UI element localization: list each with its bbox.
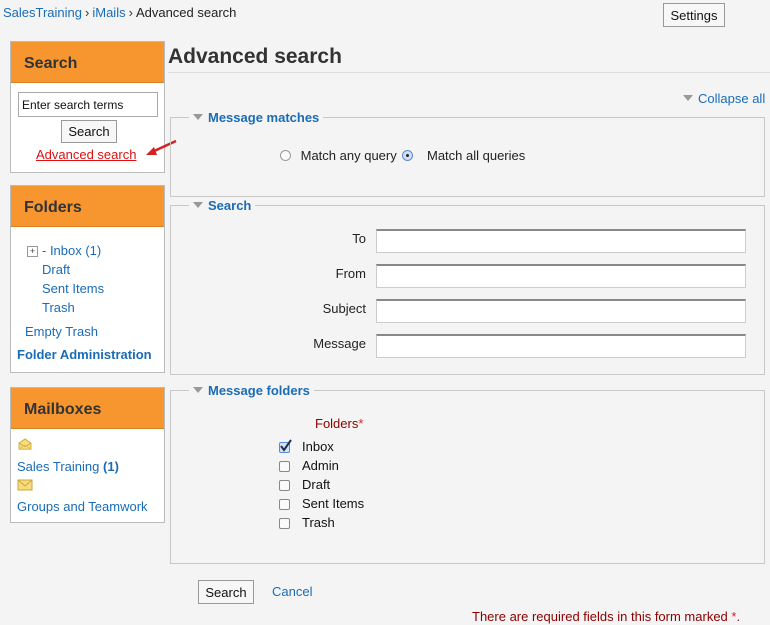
search-legend-label: Search (208, 198, 252, 213)
folder-checkbox-trash[interactable] (279, 518, 290, 529)
folder-checkbox-draft[interactable] (279, 480, 290, 491)
open-envelope-icon (18, 438, 32, 450)
empty-trash-link[interactable]: Empty Trash (25, 324, 98, 339)
mailboxes-block: Mailboxes Sales Training (1) Groups and … (10, 387, 165, 523)
folder-checkbox-admin[interactable] (279, 461, 290, 472)
folder-item-trash[interactable]: Trash (42, 300, 75, 315)
message-matches-legend[interactable]: Message matches (189, 110, 323, 125)
folder-item-inbox[interactable]: + - Inbox (1) (27, 243, 101, 258)
advanced-search-link[interactable]: Advanced search (36, 147, 136, 162)
folder-checkbox-label[interactable]: Trash (302, 515, 335, 530)
collapse-triangle-icon (193, 114, 203, 120)
mailbox-item-groups-and-teamwork[interactable]: Groups and Teamwork (17, 499, 148, 514)
title-divider (168, 72, 770, 73)
breadcrumb-salestraining[interactable]: SalesTraining (3, 5, 82, 20)
folders-block-title: Folders (11, 186, 164, 227)
folder-checkbox-label[interactable]: Sent Items (302, 496, 364, 511)
folder-checkbox-label[interactable]: Inbox (302, 439, 334, 454)
from-label: From (335, 266, 366, 281)
folder-checkbox-inbox[interactable] (279, 439, 292, 453)
mailboxes-block-title: Mailboxes (11, 388, 164, 429)
match-radio-group: Match any query Match all queries (280, 148, 525, 163)
page-title: Advanced search (168, 45, 342, 68)
message-input[interactable] (376, 334, 746, 358)
from-input[interactable] (376, 264, 746, 288)
folders-block: Folders + - Inbox (1) Draft Sent Items Tr… (10, 185, 165, 373)
match-any-radio[interactable] (280, 150, 291, 161)
required-fields-note: There are required fields in this form m… (472, 609, 740, 624)
required-marker: * (358, 416, 364, 431)
search-block-title: Search (11, 42, 164, 83)
folders-label-text: Folders (315, 416, 359, 431)
submit-search-button[interactable]: Search (198, 580, 254, 604)
message-matches-legend-label: Message matches (208, 110, 320, 125)
required-note-text: There are required fields in this form m… (472, 609, 728, 624)
folder-checkbox-label[interactable]: Draft (302, 477, 330, 492)
collapse-all-link[interactable]: Collapse all (683, 91, 765, 106)
search-legend[interactable]: Search (189, 198, 255, 213)
mailbox-item-sales-training[interactable]: Sales Training (1) (17, 459, 119, 474)
mailbox-unread-count[interactable]: (1) (103, 459, 119, 474)
breadcrumb: SalesTraining › iMails › Advanced search (3, 5, 236, 20)
collapse-triangle-icon (193, 202, 203, 208)
breadcrumb-current: Advanced search (135, 5, 237, 20)
required-note-end: . (736, 609, 741, 624)
subject-label: Subject (322, 301, 366, 316)
match-any-label[interactable]: Match any query (301, 148, 397, 163)
subject-input[interactable] (376, 299, 746, 323)
folder-administration-link[interactable]: Folder Administration (17, 347, 152, 362)
breadcrumb-separator: › (85, 5, 90, 20)
breadcrumb-separator: › (128, 5, 133, 20)
to-label: To (352, 231, 366, 246)
checkmark-icon (280, 439, 292, 452)
match-all-label[interactable]: Match all queries (427, 148, 525, 163)
message-label: Message (313, 336, 366, 351)
folder-inbox-link[interactable]: - Inbox (1) (42, 243, 101, 258)
collapse-triangle-icon (683, 95, 693, 101)
sidebar-search-button[interactable]: Search (61, 120, 117, 143)
match-all-radio[interactable] (402, 150, 414, 161)
cancel-link[interactable]: Cancel (272, 584, 312, 599)
closed-envelope-icon (17, 479, 33, 491)
expand-icon[interactable]: + (27, 246, 38, 257)
message-folders-legend-label: Message folders (208, 383, 310, 398)
folder-item-draft[interactable]: Draft (42, 262, 70, 277)
sidebar-search-input[interactable] (18, 92, 158, 117)
folder-checkbox-sent-items[interactable] (279, 499, 290, 510)
folders-field-label: Folders* (315, 416, 363, 431)
breadcrumb-imails[interactable]: iMails (92, 5, 125, 20)
folder-checkbox-label[interactable]: Admin (302, 458, 339, 473)
to-input[interactable] (376, 229, 746, 253)
collapse-triangle-icon (193, 387, 203, 393)
settings-button[interactable]: Settings (663, 3, 725, 27)
folder-item-sent-items[interactable]: Sent Items (42, 281, 104, 296)
message-folders-fieldset: Message folders (170, 383, 765, 564)
mailbox-name[interactable]: Sales Training (17, 459, 99, 474)
message-folders-legend[interactable]: Message folders (189, 383, 314, 398)
collapse-all-label: Collapse all (698, 91, 766, 106)
